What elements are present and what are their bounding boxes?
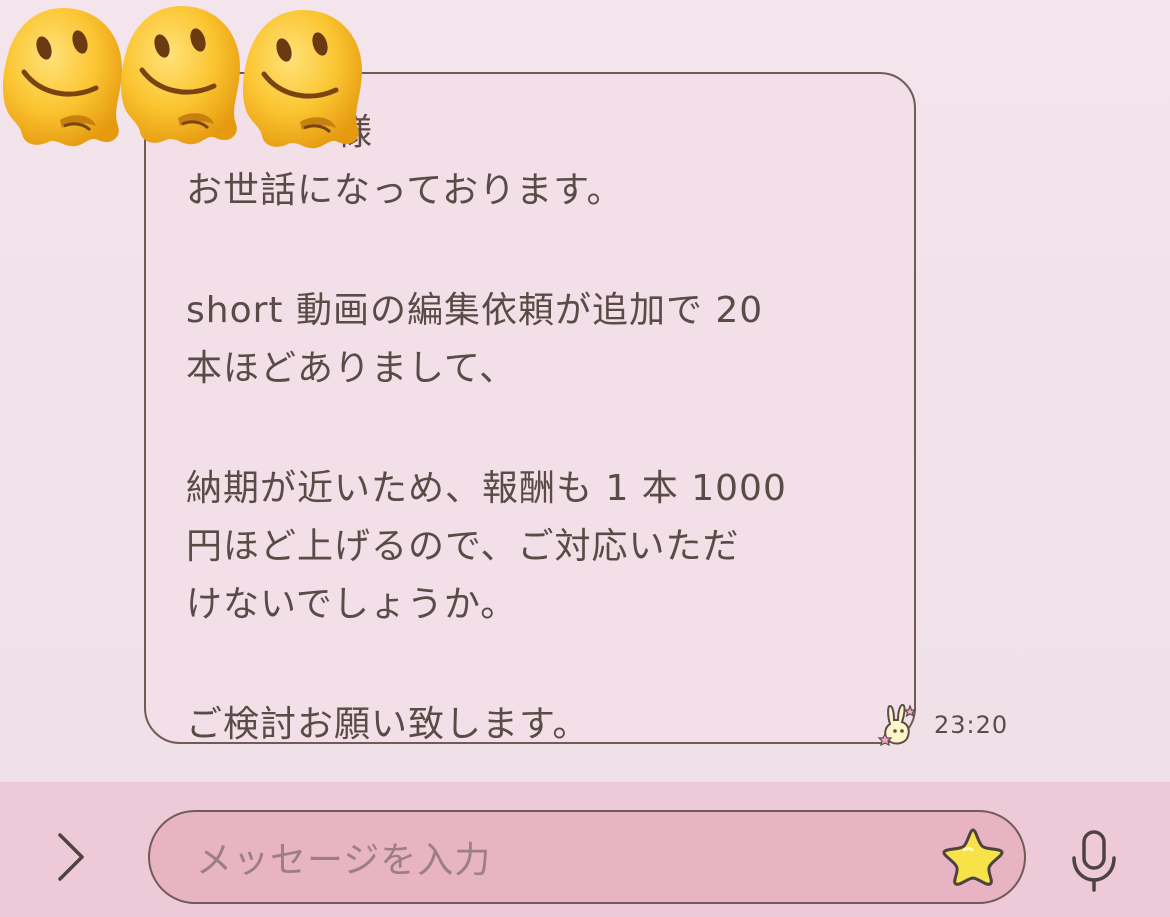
message-timestamp: 23:20 (934, 711, 1009, 739)
melting-face-emoji (242, 10, 362, 149)
message-line: short 動画の編集依頼が追加で 20 (186, 290, 764, 331)
expand-button[interactable] (46, 827, 96, 887)
melting-face-emoji (2, 8, 123, 147)
message-line (186, 398, 874, 460)
message-line: 円ほど上げるので、ご対応いただ (186, 526, 740, 567)
microphone-button[interactable] (1066, 828, 1122, 894)
emoji-sticker-button[interactable] (940, 826, 1006, 888)
message-input[interactable]: メッセージを入力 (148, 810, 1026, 904)
star-sticker-icon (942, 828, 1004, 886)
message-line: 本ほどありまして、 (186, 348, 517, 389)
chevron-right-icon (58, 833, 84, 881)
emoji-overlay (0, 0, 380, 160)
bunny-sticker-icon (877, 703, 917, 747)
melting-face-emoji (120, 6, 240, 145)
message-line (186, 634, 874, 696)
chat-area: 様 お世話になっております。 short 動画の編集依頼が追加で 20 本ほどあ… (0, 0, 1170, 782)
message-line: けないでしょうか。 (186, 584, 518, 625)
message-line: 納期が近いため、報酬も 1 本 1000 (186, 468, 787, 509)
message-line (186, 220, 874, 282)
message-meta: 23:20 (874, 700, 1008, 750)
message-line: お世話になっております。 (186, 170, 624, 211)
input-bar: メッセージを入力 (0, 782, 1170, 917)
message-input-placeholder: メッセージを入力 (196, 840, 492, 881)
microphone-icon (1072, 830, 1116, 892)
message-bubble[interactable]: 様 お世話になっております。 short 動画の編集依頼が追加で 20 本ほどあ… (144, 72, 916, 745)
message-line: ご検討お願い致します。 (186, 704, 590, 745)
